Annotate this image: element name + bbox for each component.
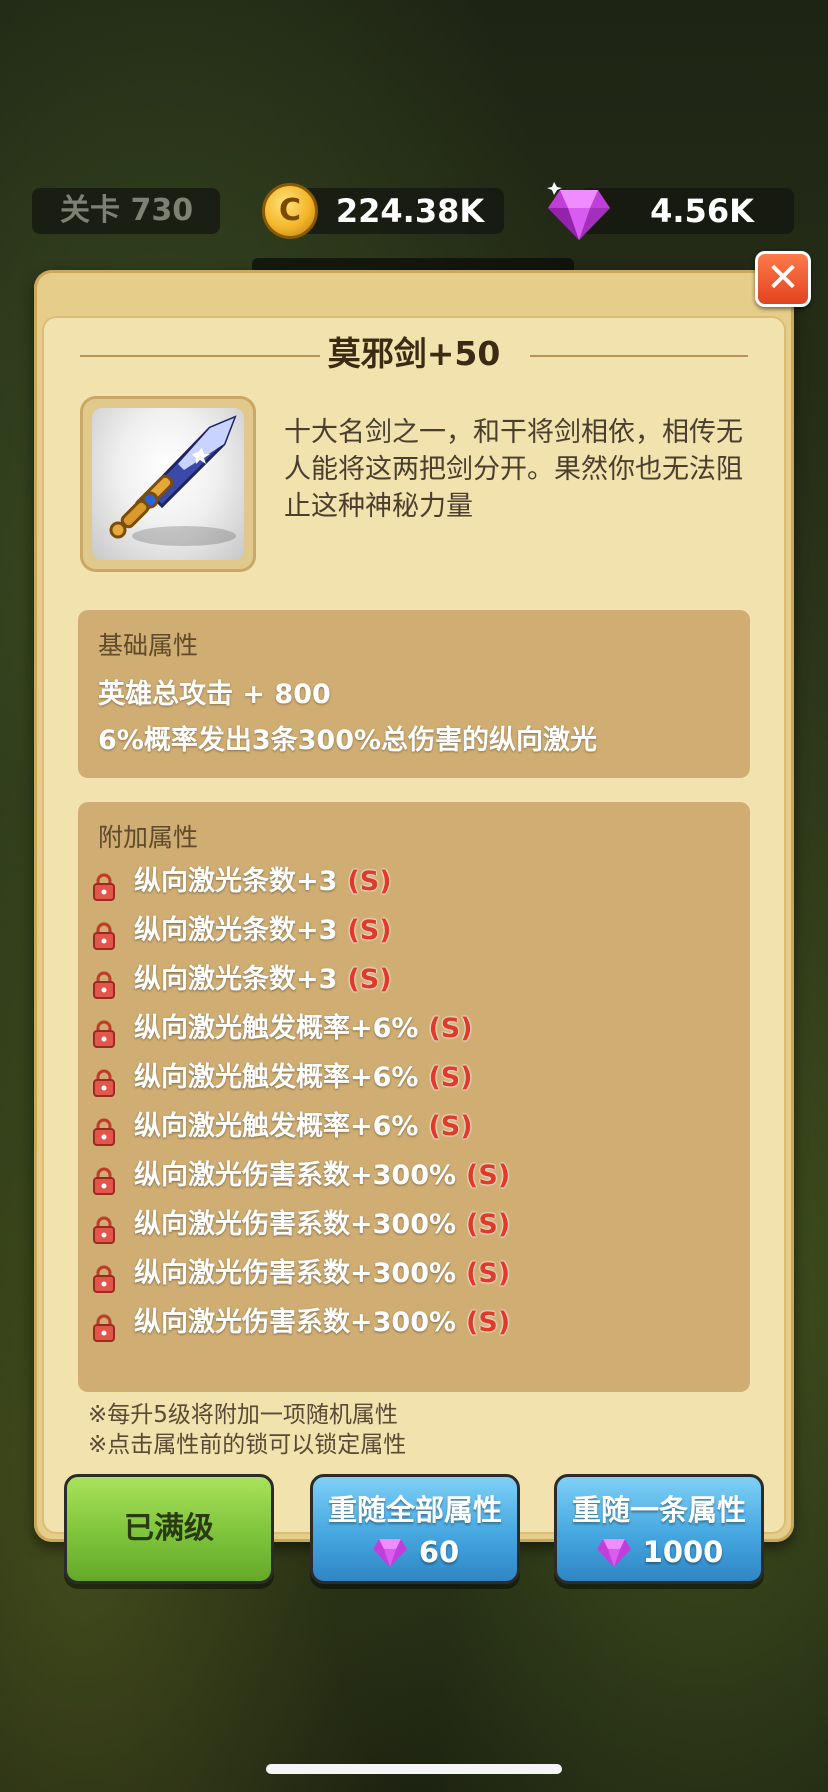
grade-badge: (S) [466,1209,511,1240]
lock-icon[interactable] [92,1019,116,1049]
reroll-one-cost-value: 1000 [642,1535,724,1569]
extra-attribute-text: 纵向激光触发概率+6% (S) [134,1056,473,1100]
extra-attribute-text: 纵向激光伤害系数+300% (S) [134,1203,510,1247]
item-icon-background [92,408,244,560]
extra-attribute-label: 纵向激光伤害系数+300% [134,1258,457,1289]
extra-attribute-label: 纵向激光条数+3 [134,964,338,995]
extra-attribute-text: 纵向激光伤害系数+300% (S) [134,1154,510,1198]
gem-icon [372,1539,407,1567]
hint-text: ※点击属性前的锁可以锁定属性 [88,1432,407,1458]
base-attribute-line: 6%概率发出3条300%总伤害的纵向激光 [98,725,598,756]
extra-attribute-label: 纵向激光伤害系数+300% [134,1209,457,1240]
extra-attribute-text: 纵向激光条数+3 (S) [134,860,392,904]
extra-attribute-label: 纵向激光触发概率+6% [134,1062,419,1093]
coin-icon: C [262,183,318,239]
extra-attribute-label: 纵向激光条数+3 [134,915,338,946]
reroll-all-button[interactable]: 重随全部属性 60 [310,1474,520,1584]
extra-attribute-label: 纵向激光伤害系数+300% [134,1307,457,1338]
max-level-button[interactable]: 已满级 [64,1474,274,1584]
extra-attribute-label: 纵向激光条数+3 [134,866,338,897]
lock-icon[interactable] [92,921,116,951]
home-indicator [266,1764,562,1774]
item-title: 莫邪剑+50 [327,334,501,373]
extra-attribute-text: 纵向激光触发概率+6% (S) [134,1105,473,1149]
grade-badge: (S) [347,964,392,995]
extra-attributes-box: 附加属性 纵向激光条数+3 (S) 纵向激光条数+3 (S) 纵向激光条数+3 (S) 纵向… [78,802,750,1392]
gem-icon [596,1539,631,1567]
reroll-one-label: 重随一条属性 [571,1493,746,1527]
extra-attribute-text: 纵向激光触发概率+6% (S) [134,1007,473,1051]
extra-attribute-text: 纵向激光伤害系数+300% (S) [134,1252,510,1296]
extra-attributes-heading: 附加属性 [98,823,199,852]
grade-badge: (S) [347,915,392,946]
gem-icon [547,182,610,240]
base-attributes-box: 基础属性 英雄总攻击 + 800 6%概率发出3条300%总伤害的纵向激光 [78,610,750,778]
gem-amount: 4.56K [580,188,794,234]
extra-attribute-label: 纵向激光伤害系数+300% [134,1160,457,1191]
lock-icon[interactable] [92,1166,116,1196]
grade-badge: (S) [466,1160,511,1191]
reroll-all-cost-value: 60 [418,1535,460,1569]
grade-badge: (S) [466,1258,511,1289]
lock-icon[interactable] [92,1215,116,1245]
extra-attribute-label: 纵向激光触发概率+6% [134,1013,419,1044]
lock-icon[interactable] [92,1264,116,1294]
grade-badge: (S) [347,866,392,897]
lock-icon[interactable] [92,1117,116,1147]
level-indicator: 关卡 730 [32,188,220,234]
reroll-all-label: 重随全部属性 [327,1493,502,1527]
item-description: 十大名剑之一，和干将剑相依，相传无人能将这两把剑分开。果然你也无法阻止这种神秘力… [284,417,743,522]
reroll-one-button[interactable]: 重随一条属性 1000 [554,1474,764,1584]
extra-attribute-text: 纵向激光伤害系数+300% (S) [134,1301,510,1345]
lock-icon[interactable] [92,1068,116,1098]
grade-badge: (S) [428,1111,473,1142]
extra-attribute-text: 纵向激光条数+3 (S) [134,909,392,953]
extra-attribute-text: 纵向激光条数+3 (S) [134,958,392,1002]
hint-text: ※每升5级将附加一项随机属性 [88,1402,398,1428]
lock-icon[interactable] [92,1313,116,1343]
base-attributes-heading: 基础属性 [98,631,199,660]
extra-attribute-label: 纵向激光触发概率+6% [134,1111,419,1142]
grade-badge: (S) [466,1307,511,1338]
grade-badge: (S) [428,1013,473,1044]
gold-amount: 224.38K [286,188,504,234]
reroll-one-cost: 1000 [557,1535,761,1569]
lock-icon[interactable] [92,970,116,1000]
lock-icon[interactable] [92,872,116,902]
item-icon-frame[interactable] [80,396,256,572]
reroll-all-cost: 60 [313,1535,517,1569]
grade-badge: (S) [428,1062,473,1093]
sword-icon [109,415,237,546]
close-button[interactable]: ✕ [755,251,811,307]
base-attribute-line: 英雄总攻击 + 800 [98,679,331,710]
